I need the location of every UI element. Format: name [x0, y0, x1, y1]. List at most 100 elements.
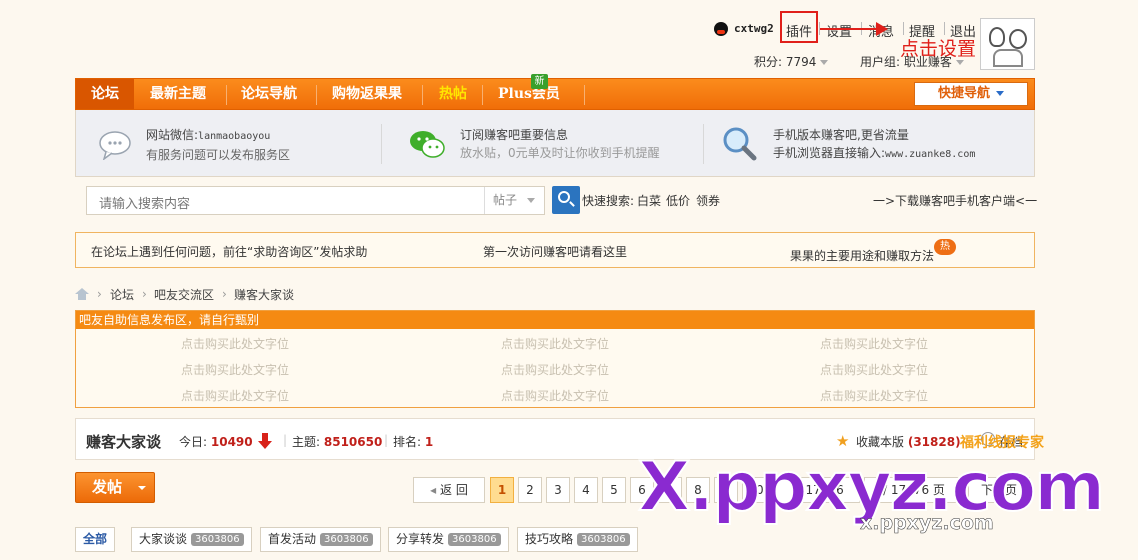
- chevron-down-icon: [820, 60, 829, 65]
- new-post-button[interactable]: 发帖: [75, 472, 155, 503]
- info-strip: 网站微信:lanmaobaoyou 有服务问题可以发布服务区 订阅赚客吧重要信息…: [75, 110, 1035, 177]
- tab-count: 3603806: [320, 533, 373, 546]
- nav-latest[interactable]: 最新主题: [150, 79, 206, 109]
- search-bar: 请输入搜索内容 帖子: [86, 186, 545, 215]
- back-label: 返 回: [440, 483, 468, 497]
- user-bar: cxtwg2 插件 设置 消息 提醒 退出 点击设置 积分: 7794 用户组:…: [710, 11, 1040, 70]
- divider: |: [283, 433, 288, 447]
- highlight-box: [780, 11, 818, 43]
- watermark: X.ppxyz.com x.ppxyz.com: [620, 440, 1106, 550]
- breadcrumb-separator: ›: [222, 287, 227, 301]
- ad-slot[interactable]: 点击购买此处文字位: [820, 387, 928, 404]
- ad-slot[interactable]: 点击购买此处文字位: [820, 335, 928, 352]
- today-count: 10490: [210, 435, 253, 449]
- info-sub: 手机浏览器直接输入:www.zuanke8.com: [773, 144, 975, 164]
- search-icon-handle: [569, 201, 575, 207]
- avatar[interactable]: [980, 18, 1035, 70]
- notice-link[interactable]: 果果的主要用途和赚取方法: [790, 247, 934, 264]
- nav-guide[interactable]: 论坛导航: [241, 79, 297, 109]
- avatar-body: [993, 49, 1023, 67]
- back-button[interactable]: ◂ 返 回: [413, 477, 485, 503]
- tab-events[interactable]: 首发活动 3603806: [260, 527, 381, 552]
- search-icon: [558, 191, 570, 203]
- info-title-text: 网站微信:: [146, 128, 199, 142]
- breadcrumb-item[interactable]: 论坛: [110, 286, 134, 303]
- download-app-link[interactable]: 一>下载赚客吧手机客户端<一: [873, 192, 1037, 209]
- wechat-id: lanmaobaoyou: [198, 131, 271, 142]
- info-sub: 放水贴，0元单及时让你收到手机提醒: [460, 146, 660, 160]
- quick-nav-button[interactable]: 快捷导航: [914, 82, 1028, 106]
- page-link[interactable]: 1: [490, 477, 514, 503]
- quick-search-term[interactable]: 白菜: [637, 192, 661, 209]
- search-button[interactable]: [552, 186, 580, 214]
- tab-count: 3603806: [448, 533, 501, 546]
- quick-search-term[interactable]: 低价: [666, 192, 690, 209]
- tab-share[interactable]: 分享转发 3603806: [388, 527, 509, 552]
- breadcrumb-item[interactable]: 赚客大家谈: [234, 286, 294, 303]
- search-type-select[interactable]: 帖子: [484, 187, 544, 214]
- tab-label: 分享转发: [396, 532, 445, 546]
- page-link[interactable]: 4: [574, 477, 598, 503]
- nav-cashback[interactable]: 购物返果果: [332, 79, 402, 109]
- breadcrumb-item[interactable]: 吧友交流区: [154, 286, 214, 303]
- search-type-label: 帖子: [493, 193, 518, 207]
- chevron-down-icon: [138, 486, 146, 490]
- tab-count: 3603806: [191, 533, 244, 546]
- tab-discuss[interactable]: 大家谈谈 3603806: [131, 527, 252, 552]
- divider: [381, 124, 382, 164]
- score-dropdown[interactable]: 积分: 7794: [754, 53, 829, 70]
- nav-plus[interactable]: Plus会员: [498, 79, 560, 109]
- notice-link[interactable]: 在论坛上遇到任何问题，前往“求助咨询区”发帖求助: [91, 243, 367, 260]
- divider: [703, 124, 704, 164]
- today-stat: 今日: 10490: [179, 433, 253, 450]
- chevron-left-icon: ◂: [430, 483, 437, 497]
- ad-box-header: 吧友自助信息发布区，请自行甄别: [76, 311, 1034, 329]
- divider: [316, 85, 317, 105]
- home-icon[interactable]: [75, 288, 89, 300]
- tab-all[interactable]: 全部: [75, 527, 116, 552]
- username-link[interactable]: cxtwg2: [734, 22, 774, 35]
- ad-slot[interactable]: 点击购买此处文字位: [820, 361, 928, 378]
- ad-slot[interactable]: 点击购买此处文字位: [501, 335, 609, 352]
- avatar-face: [1009, 29, 1027, 49]
- ad-slot[interactable]: 点击购买此处文字位: [181, 361, 289, 378]
- divider: [226, 85, 227, 105]
- group-dropdown[interactable]: 用户组: 职业赚客: [860, 53, 964, 70]
- tab-label: 首发活动: [268, 532, 317, 546]
- qq-icon: [714, 22, 728, 36]
- today-label: 今日:: [179, 435, 208, 449]
- page-link[interactable]: 3: [546, 477, 570, 503]
- watermark-url: x.ppxyz.com: [860, 512, 994, 535]
- magnifier-icon: [723, 127, 757, 161]
- info-title: 网站微信:lanmaobaoyou: [146, 126, 290, 146]
- mobile-url: www.zuanke8.com: [885, 149, 976, 160]
- ad-slot[interactable]: 点击购买此处文字位: [501, 387, 609, 404]
- main-nav: 论坛 最新主题 论坛导航 购物返果果 热帖 Plus会员 新 快捷导航: [75, 74, 1035, 110]
- chevron-down-icon: [996, 91, 1004, 96]
- topics-label: 主题:: [292, 435, 321, 449]
- divider: [422, 85, 423, 105]
- info-sub-text: 手机浏览器直接输入:: [773, 146, 886, 160]
- chat-bubble-icon: [99, 131, 131, 160]
- topics-count: 8510650: [323, 435, 383, 449]
- annotation-arrow: [820, 28, 880, 30]
- nav-hot[interactable]: 热帖: [439, 79, 467, 109]
- avatar-face: [989, 27, 1005, 47]
- new-post-label: 发帖: [92, 478, 123, 496]
- page-link[interactable]: 2: [518, 477, 542, 503]
- divider: [584, 85, 585, 105]
- group-label: 用户组: 职业赚客: [860, 55, 952, 69]
- quick-search-label: 快速搜索:: [582, 194, 635, 208]
- settings-link[interactable]: 设置: [826, 21, 852, 40]
- chevron-down-icon: [527, 198, 536, 203]
- info-sub: 有服务问题可以发布服务区: [146, 148, 291, 162]
- ad-slot[interactable]: 点击购买此处文字位: [181, 387, 289, 404]
- search-input[interactable]: 请输入搜索内容: [99, 193, 190, 212]
- topics-stat: 主题: 8510650: [292, 433, 382, 450]
- quick-search-term[interactable]: 领券: [696, 192, 720, 209]
- notice-link[interactable]: 第一次访问赚客吧请看这里: [483, 243, 627, 260]
- breadcrumb-separator: ›: [142, 287, 147, 301]
- ad-slot[interactable]: 点击购买此处文字位: [181, 335, 289, 352]
- nav-forum[interactable]: 论坛: [76, 79, 134, 109]
- ad-slot[interactable]: 点击购买此处文字位: [501, 361, 609, 378]
